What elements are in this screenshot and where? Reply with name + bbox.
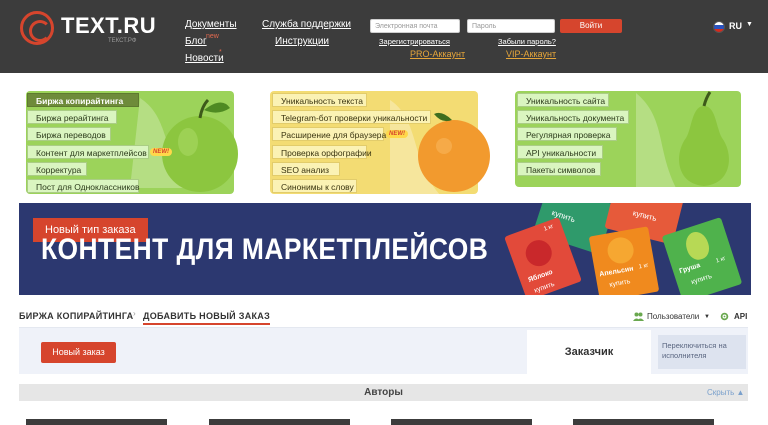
email-field[interactable] xyxy=(370,19,460,33)
menu-spell-check[interactable]: Проверка орфографии xyxy=(272,145,372,159)
new-badge: NEW! xyxy=(150,148,172,156)
menu-translation-exchange[interactable]: Биржа переводов xyxy=(27,127,111,141)
menu-seo-analysis[interactable]: SEO анализ xyxy=(272,162,340,176)
hide-authors-link[interactable]: Скрыть ▲ xyxy=(707,388,744,397)
menu-document-uniqueness[interactable]: Уникальность документа xyxy=(517,110,629,124)
logo-subtitle: ТЕКСТ.РФ xyxy=(108,38,137,44)
menu-rewriting-exchange[interactable]: Биржа рерайтинга xyxy=(27,110,117,124)
apple-illustration xyxy=(130,98,238,192)
vip-account-link[interactable]: VIP-Аккаунт xyxy=(506,49,556,59)
menu-proofreading[interactable]: Корректура xyxy=(27,162,87,176)
banner-title: КОНТЕНТ ДЛЯ МАРКЕТПЛЕЙСОВ xyxy=(41,233,489,266)
breadcrumb-separator: › xyxy=(133,309,136,318)
menu-copywriting-exchange[interactable]: Биржа копирайтинга xyxy=(27,93,139,107)
marketplace-banner[interactable]: Новый тип заказа КОНТЕНТ ДЛЯ МАРКЕТПЛЕЙС… xyxy=(19,203,751,295)
menu-api-uniqueness[interactable]: API уникальности xyxy=(517,145,603,159)
site-header: TEXT.RU ТЕКСТ.РФ Документы Блог new Ново… xyxy=(0,0,768,73)
new-badge: NEW! xyxy=(386,130,408,138)
users-menu[interactable]: Пользователи xyxy=(647,312,699,321)
password-field[interactable] xyxy=(467,19,555,33)
menu-telegram-bot[interactable]: Telegram-бот проверки уникальности xyxy=(272,110,431,124)
nav-documents[interactable]: Документы xyxy=(185,19,237,30)
nav-blog[interactable]: Блог xyxy=(185,36,207,47)
menu-site-uniqueness[interactable]: Уникальность сайта xyxy=(517,93,609,107)
menu-odnoklassniki-post[interactable]: Пост для Одноклассников xyxy=(27,179,140,193)
author-card[interactable] xyxy=(573,419,714,425)
menu-regular-check[interactable]: Регулярная проверка xyxy=(517,127,617,141)
author-card[interactable] xyxy=(26,419,167,425)
menu-symbol-packages[interactable]: Пакеты символов xyxy=(517,162,601,176)
forgot-password-link[interactable]: Забыли пароль? xyxy=(498,37,556,46)
menu-synonyms[interactable]: Синонимы к слову xyxy=(272,179,357,193)
logo-icon[interactable] xyxy=(20,11,54,45)
customer-role-tab[interactable]: Заказчик xyxy=(527,330,651,374)
nav-instructions[interactable]: Инструкции xyxy=(275,36,329,47)
news-badge: * xyxy=(219,49,222,56)
nav-news[interactable]: Новости xyxy=(185,53,224,64)
logo-text[interactable]: TEXT.RU xyxy=(61,13,156,39)
chevron-down-icon[interactable]: ▼ xyxy=(746,21,753,28)
register-link[interactable]: Зарегистрироваться xyxy=(379,37,450,46)
menu-text-uniqueness[interactable]: Уникальность текста xyxy=(272,93,367,107)
pro-account-link[interactable]: PRO-Аккаунт xyxy=(410,49,465,59)
breadcrumb-new-order[interactable]: Добавить новый заказ xyxy=(143,311,271,325)
author-card[interactable] xyxy=(391,419,532,425)
gear-icon[interactable] xyxy=(720,312,729,323)
product-card-orange: Апельсин купить 1 кг xyxy=(588,226,660,295)
users-icon[interactable] xyxy=(633,312,644,323)
author-card[interactable] xyxy=(209,419,350,425)
authors-section-header[interactable]: Авторы xyxy=(19,384,748,401)
menu-marketplace-content[interactable]: Контент для маркетплейсов xyxy=(27,145,149,159)
pear-illustration xyxy=(636,91,729,188)
chevron-down-icon[interactable]: ▼ xyxy=(704,314,710,320)
language-selector[interactable]: RU xyxy=(729,21,742,31)
blog-new-badge: new xyxy=(206,33,219,40)
nav-support[interactable]: Служба поддержки xyxy=(262,19,351,30)
russia-flag-icon[interactable] xyxy=(713,21,725,33)
login-button[interactable]: Войти xyxy=(560,19,622,33)
new-order-button[interactable]: Новый заказ xyxy=(41,342,116,363)
menu-browser-extension[interactable]: Расширение для браузера xyxy=(272,127,386,141)
api-link[interactable]: API xyxy=(734,312,747,321)
switch-to-performer-button[interactable]: Переключиться на исполнителя xyxy=(658,335,746,369)
breadcrumb-copywriting[interactable]: Биржа копирайтинга xyxy=(19,311,133,321)
